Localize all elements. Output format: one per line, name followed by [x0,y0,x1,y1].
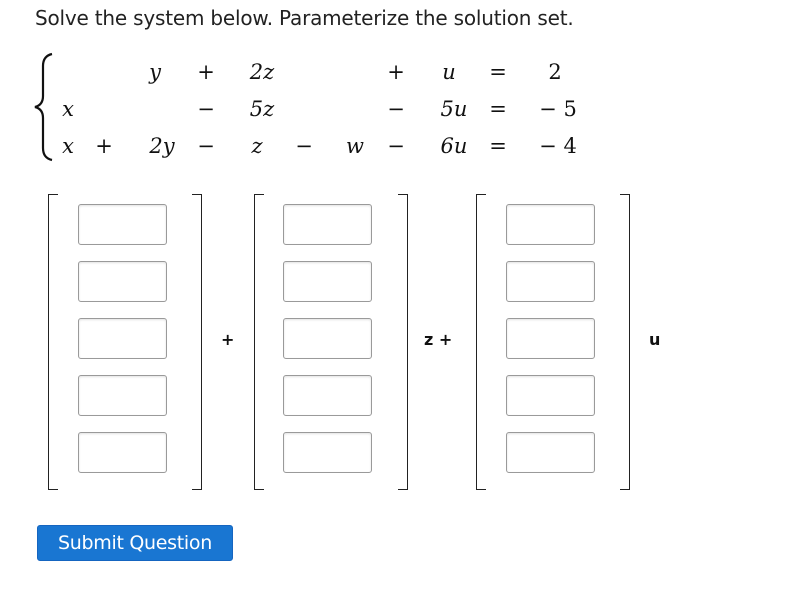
z-entry-3[interactable] [283,318,372,359]
sys-r2-c7: − [387,134,405,158]
z-entry-1[interactable] [283,204,372,245]
constant-entry-1[interactable] [78,204,167,245]
u-entry-4[interactable] [506,375,595,416]
vector3-right-bracket [620,194,630,490]
constant-entry-3[interactable] [78,318,167,359]
vector2-left-bracket [254,194,264,490]
sys-r0-c8: u [442,60,456,84]
z-parameter-label: z + [424,330,453,349]
sys-r2-c3: − [197,134,215,158]
sys-r1-c4: 5z [249,97,275,121]
constant-entry-5[interactable] [78,432,167,473]
sys-r2-c5: − [295,134,313,158]
sys-r0-c4: 2z [249,60,275,84]
sys-r1-c3: − [197,97,215,121]
sys-r2-c9: = [489,134,507,158]
sys-r2-c1: + [95,134,113,158]
submit-question-button[interactable]: Submit Question [37,525,233,561]
sys-r1-c8: 5u [440,97,468,121]
u-entry-5[interactable] [506,432,595,473]
sys-r1-c0: x [62,97,74,121]
u-entry-3[interactable] [506,318,595,359]
sys-r1-c7: − [387,97,405,121]
u-entry-2[interactable] [506,261,595,302]
sys-r1-c10: − 5 [539,97,577,121]
z-entry-5[interactable] [283,432,372,473]
constant-entry-2[interactable] [78,261,167,302]
sys-r0-c7: + [387,60,405,84]
sys-r2-c4: z [251,134,263,158]
u-parameter-label: u [649,330,661,349]
z-entry-4[interactable] [283,375,372,416]
linear-system: y + 2z + u = 2 x − 5z − 5u = − 5 x + 2y … [0,0,805,170]
u-entry-1[interactable] [506,204,595,245]
sys-r2-c8: 6u [440,134,468,158]
sys-r2-c6: w [346,134,364,158]
sys-r0-c3: + [197,60,215,84]
sys-r2-c10: − 4 [539,134,577,158]
constant-entry-4[interactable] [78,375,167,416]
vector3-left-bracket [476,194,486,490]
z-entry-2[interactable] [283,261,372,302]
sys-r1-c9: = [489,97,507,121]
sys-r2-c2: 2y [149,134,175,158]
sys-r0-c10: 2 [548,60,562,84]
sys-r0-c9: = [489,60,507,84]
sys-r0-c2: y [149,60,161,84]
vector1-left-bracket [48,194,58,490]
sys-r2-c0: x [62,134,74,158]
vector1-right-bracket [192,194,202,490]
vector2-right-bracket [398,194,408,490]
plus-operator: + [221,330,235,349]
